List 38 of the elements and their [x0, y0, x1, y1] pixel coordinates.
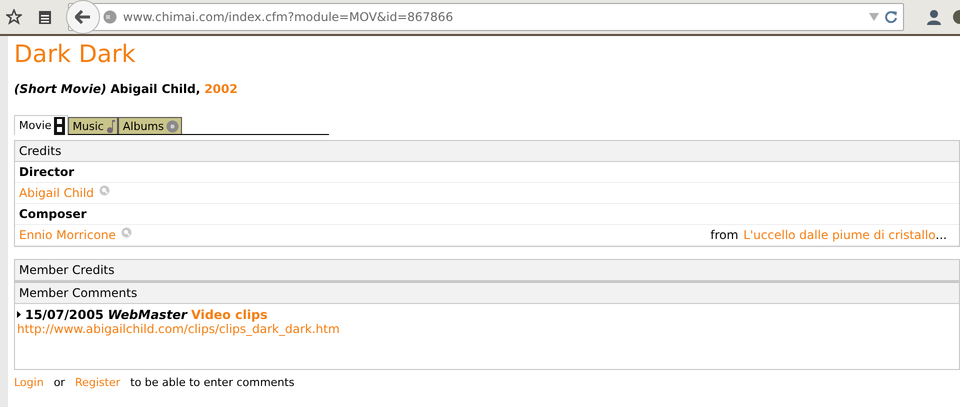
tab[interactable]: Movie [14, 115, 68, 135]
disc-icon [166, 120, 179, 132]
music-note-icon [106, 120, 115, 132]
bullet-icon [17, 311, 21, 318]
section-header: Member Comments [15, 283, 959, 304]
section-header: Member Credits [15, 260, 959, 281]
tab[interactable]: Albums [118, 117, 182, 134]
clipboard-icon[interactable] [38, 9, 52, 25]
comment-link[interactable]: http://www.abigailchild.com/clips/clips_dark_dark.htm [17, 322, 340, 336]
user-icon[interactable] [926, 9, 942, 25]
role-label: Director [19, 165, 74, 179]
comment-title: Video clips [191, 307, 268, 322]
comments-hint: to be able to enter comments [130, 376, 294, 389]
movie-type: (Short Movie) [14, 82, 106, 96]
back-arrow-icon [75, 10, 91, 24]
or-text: or [54, 376, 65, 389]
url-text: www.chimai.com/index.cfm?module=MOV&id=867866 [123, 10, 454, 24]
section-header: Credits [15, 141, 959, 162]
album-link[interactable]: L'uccello dalle piume di cristallo [743, 228, 936, 242]
comment-author: WebMaster [108, 307, 188, 322]
globe-icon [103, 10, 117, 24]
register-link[interactable]: Register [74, 376, 120, 389]
person-link[interactable]: Ennio Morricone [19, 228, 116, 242]
year-link[interactable]: 2002 [204, 82, 238, 96]
author-name: Abigail Child, [110, 82, 200, 96]
role-label: Composer [19, 207, 87, 221]
comment-date: 15/07/2005 [25, 307, 104, 322]
tab[interactable]: Music [68, 117, 118, 134]
reload-icon[interactable] [885, 11, 897, 23]
person-link[interactable]: Abigail Child [19, 186, 94, 200]
back-button[interactable] [66, 0, 100, 34]
address-bar[interactable]: www.chimai.com/index.cfm?module=MOV&id=867866 [68, 3, 904, 31]
film-strip-icon [54, 116, 65, 134]
page-title: Dark Dark [14, 40, 137, 68]
from-label: from [710, 228, 738, 242]
star-icon[interactable] [6, 9, 22, 25]
ellipsis-text: ... [936, 228, 947, 242]
login-link[interactable]: Login [14, 376, 44, 389]
